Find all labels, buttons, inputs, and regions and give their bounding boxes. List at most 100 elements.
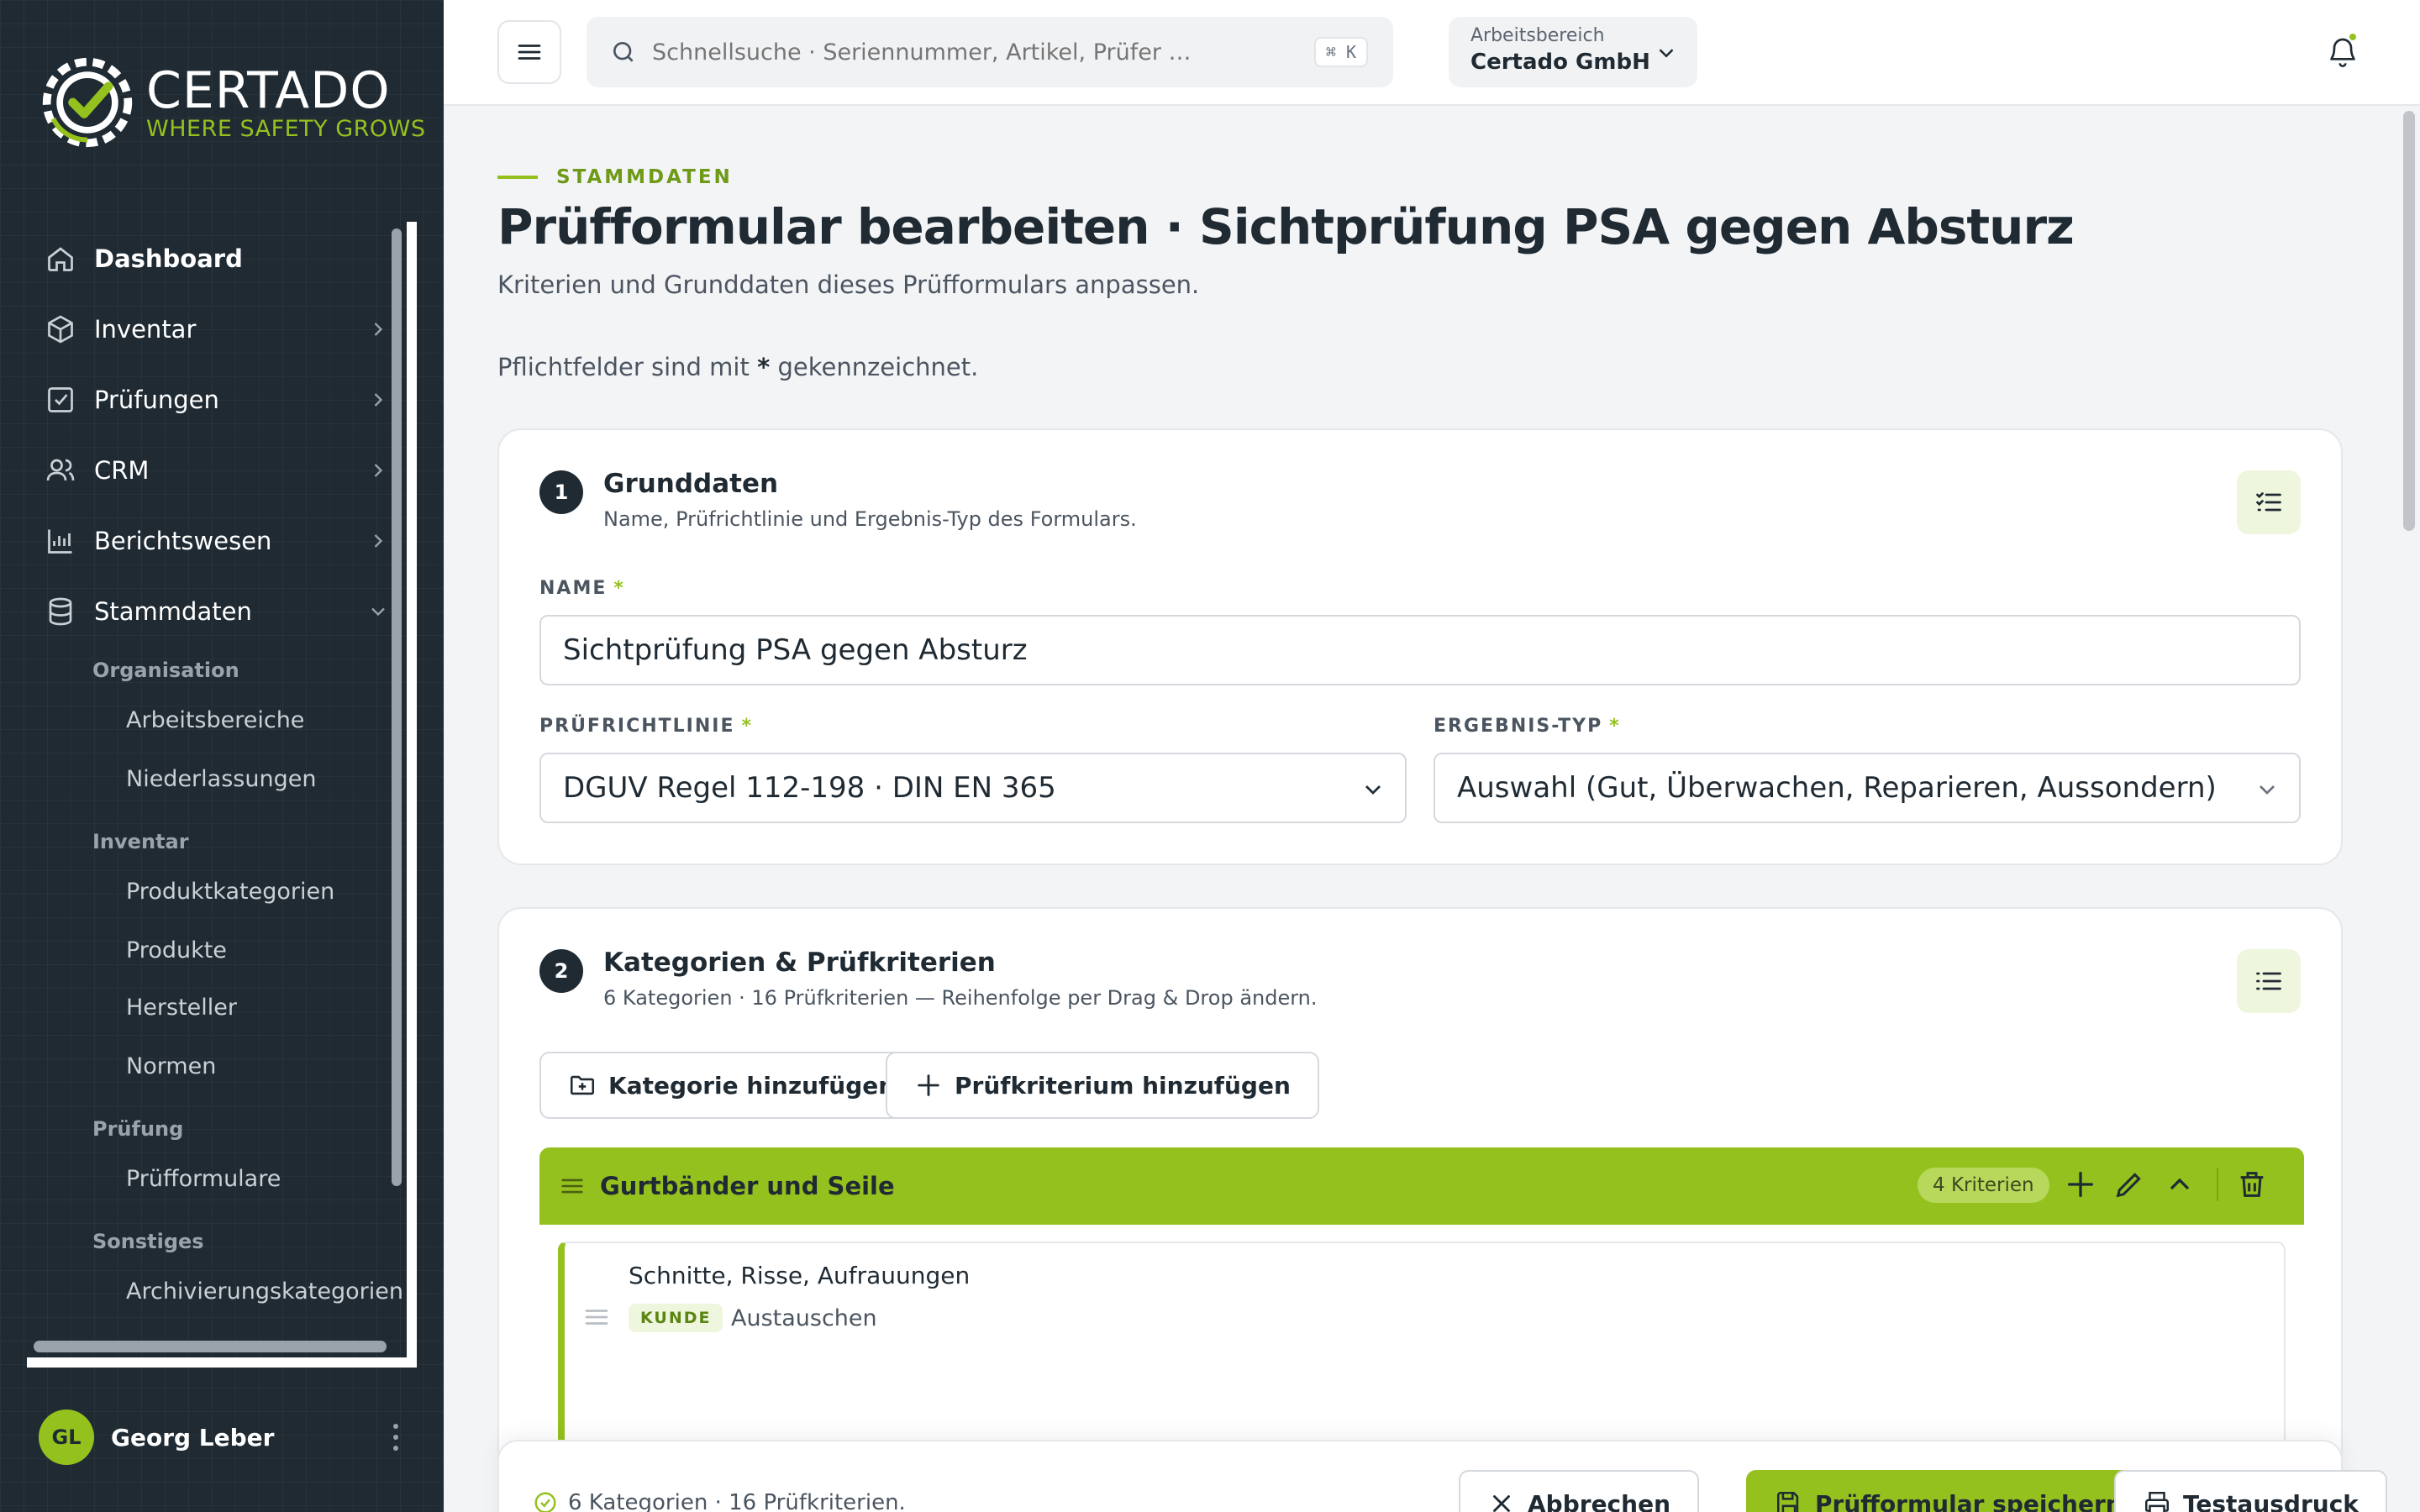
chevron-right-icon — [374, 323, 383, 336]
name-label-text: NAME — [539, 578, 608, 599]
sidebar-item-label: Berichtswesen — [94, 527, 272, 555]
card-menu-button[interactable] — [2237, 470, 2301, 534]
sidebar-item-label: Dashboard — [94, 244, 243, 273]
sidebar-item-inventar[interactable]: Inventar — [45, 304, 390, 354]
workspace-selector[interactable]: Arbeitsbereich Certado GmbH — [1449, 17, 1697, 87]
chevron-right-icon — [374, 393, 383, 407]
criterion-item[interactable]: Schnitte, Risse, Aufrauungen KUNDE Austa… — [558, 1242, 2286, 1460]
sidebar-subitem-niederlassungen[interactable]: Niederlassungen — [126, 766, 316, 792]
kategorien-card: 2 Kategorien & Prüfkriterien 6 Kategorie… — [497, 907, 2343, 1512]
footer-summary: 6 Kategorien · 16 Prüfkriterien. — [533, 1490, 906, 1512]
pruefrichtlinie-select[interactable]: DGUV Regel 112-198 · DIN EN 365 — [539, 753, 1407, 823]
step-number: 2 — [539, 949, 583, 993]
drag-handle-icon[interactable] — [581, 1302, 612, 1332]
sidebar-item-dashboard[interactable]: Dashboard — [45, 234, 390, 284]
sidebar-item-berichtswesen[interactable]: Berichtswesen — [45, 516, 390, 566]
chevron-up-icon[interactable] — [2163, 1168, 2196, 1201]
sidebar-subitem-pruefformulare[interactable]: Prüfformulare — [126, 1166, 281, 1192]
home-icon — [48, 247, 73, 271]
save-label: Prüfformular speichern — [1815, 1489, 2123, 1512]
sidebar-subitem-archivierungskategorien[interactable]: Archivierungskategorien — [126, 1278, 403, 1305]
ergebnis-typ-select[interactable]: Auswahl (Gut, Überwachen, Reparieren, Au… — [1434, 753, 2301, 823]
page-scrollbar[interactable] — [2403, 111, 2415, 531]
page-subtitle: Kriterien und Grunddaten dieses Prüfform… — [497, 270, 1200, 299]
add-category-label: Kategorie hinzufügen — [608, 1071, 896, 1100]
edit-pencil-icon[interactable] — [2112, 1168, 2146, 1201]
sidebar-subitem-produktkategorien[interactable]: Produktkategorien — [126, 879, 334, 905]
plus-icon — [918, 1074, 939, 1096]
sidebar-subitem-normen[interactable]: Normen — [126, 1053, 216, 1079]
chevron-down-icon — [2260, 785, 2275, 795]
save-button[interactable]: Prüfformular speichern — [1746, 1470, 2151, 1512]
print-button[interactable]: Testausdruck — [2114, 1470, 2387, 1512]
eyebrow-label: STAMMDATEN — [556, 166, 733, 188]
criterion-name: Schnitte, Risse, Aufrauungen — [629, 1262, 971, 1289]
add-criterion-button[interactable]: Prüfkriterium hinzufügen — [886, 1052, 1319, 1119]
save-disk-icon — [1776, 1491, 1799, 1512]
drag-handle-icon[interactable] — [558, 1172, 587, 1200]
required-note-text: Pflichtfelder sind mit — [497, 353, 750, 381]
search-bar[interactable]: ⌘ K — [587, 17, 1393, 87]
check-circle-icon — [534, 1492, 556, 1512]
criterion-value: Austauschen — [731, 1305, 877, 1331]
list-icon — [2256, 972, 2281, 990]
add-criterion-icon[interactable] — [2064, 1168, 2097, 1201]
sidebar-subitem-hersteller[interactable]: Hersteller — [126, 995, 237, 1021]
hamburger-icon — [518, 45, 541, 60]
kebab-menu-icon[interactable] — [392, 1422, 400, 1452]
name-label: NAME * — [539, 578, 625, 599]
sidebar-item-label: Stammdaten — [94, 597, 252, 626]
card-subtitle: 6 Kategorien · 16 Prüfkriterien — Reihen… — [603, 986, 1318, 1010]
required-star: * — [741, 716, 753, 737]
cancel-label: Abbrechen — [1528, 1489, 1671, 1512]
sidebar-group-pruefung: Prüfung — [92, 1117, 184, 1141]
sidebar-group-inventar: Inventar — [92, 830, 189, 853]
add-category-button[interactable]: Kategorie hinzufügen — [539, 1052, 924, 1119]
page-title: Prüfformular bearbeiten · Sichtprüfung P… — [497, 198, 2075, 255]
sidebar-horizontal-scrollbar[interactable] — [34, 1341, 387, 1352]
pruefrichtlinie-label: PRÜFRICHTLINIE * — [539, 716, 753, 737]
chevron-down-icon — [1659, 49, 1674, 58]
trash-icon[interactable] — [2235, 1168, 2269, 1201]
brand-logo[interactable]: CERTADO WHERE SAFETY GROWS — [39, 54, 426, 151]
page-eyebrow: STAMMDATEN — [497, 166, 733, 188]
category-name: Gurtbänder und Seile — [600, 1172, 895, 1200]
card-menu-button[interactable] — [2237, 949, 2301, 1013]
sidebar-subitem-arbeitsbereiche[interactable]: Arbeitsbereiche — [126, 707, 304, 733]
chevron-right-icon — [374, 464, 383, 477]
ergebnis-typ-label-text: ERGEBNIS-TYP — [1434, 716, 1603, 737]
workspace-value: Certado GmbH — [1470, 50, 1650, 75]
database-icon — [49, 597, 72, 626]
close-icon — [1493, 1495, 1510, 1512]
grunddaten-card: 1 Grunddaten Name, Prüfrichtlinie und Er… — [497, 428, 2343, 865]
box-icon — [48, 315, 73, 344]
name-field[interactable]: Sichtprüfung PSA gegen Absturz — [539, 615, 2301, 685]
search-icon — [613, 42, 634, 62]
cancel-button[interactable]: Abbrechen — [1459, 1470, 1700, 1512]
sidebar-subitem-produkte[interactable]: Produkte — [126, 937, 227, 963]
category-header[interactable]: Gurtbänder und Seile 4 Kriterien — [539, 1147, 2304, 1225]
step-number: 1 — [539, 470, 583, 514]
user-profile[interactable]: GL Georg Leber — [39, 1410, 400, 1465]
divider — [2217, 1168, 2218, 1201]
ergebnis-typ-label: ERGEBNIS-TYP * — [1434, 716, 1621, 737]
sidebar-item-label: Inventar — [94, 315, 197, 344]
checkbox-icon — [48, 387, 73, 412]
brand-name: CERTADO — [146, 60, 391, 120]
sidebar-vertical-scrollbar[interactable] — [392, 228, 402, 1186]
action-footer: 6 Kategorien · 16 Prüfkriterien. Abbrech… — [497, 1440, 2387, 1512]
required-star: * — [613, 578, 625, 599]
sidebar-item-crm[interactable]: CRM — [45, 445, 390, 496]
required-note-text: gekennzeichnet. — [777, 353, 979, 381]
sidebar-group-organisation: Organisation — [92, 659, 239, 682]
printer-icon — [2144, 1491, 2170, 1512]
required-star: * — [1609, 716, 1621, 737]
sidebar: CERTADO WHERE SAFETY GROWS Dashboard Inv… — [0, 0, 444, 1512]
menu-toggle-button[interactable] — [497, 20, 561, 84]
bar-chart-icon — [48, 529, 72, 554]
sidebar-item-pruefungen[interactable]: Prüfungen — [45, 375, 390, 425]
criterion-tag-badge: KUNDE — [629, 1304, 723, 1332]
search-input[interactable] — [652, 39, 1257, 66]
sidebar-item-stammdaten[interactable]: Stammdaten — [45, 586, 390, 637]
category-count-badge: 4 Kriterien — [1918, 1168, 2049, 1203]
